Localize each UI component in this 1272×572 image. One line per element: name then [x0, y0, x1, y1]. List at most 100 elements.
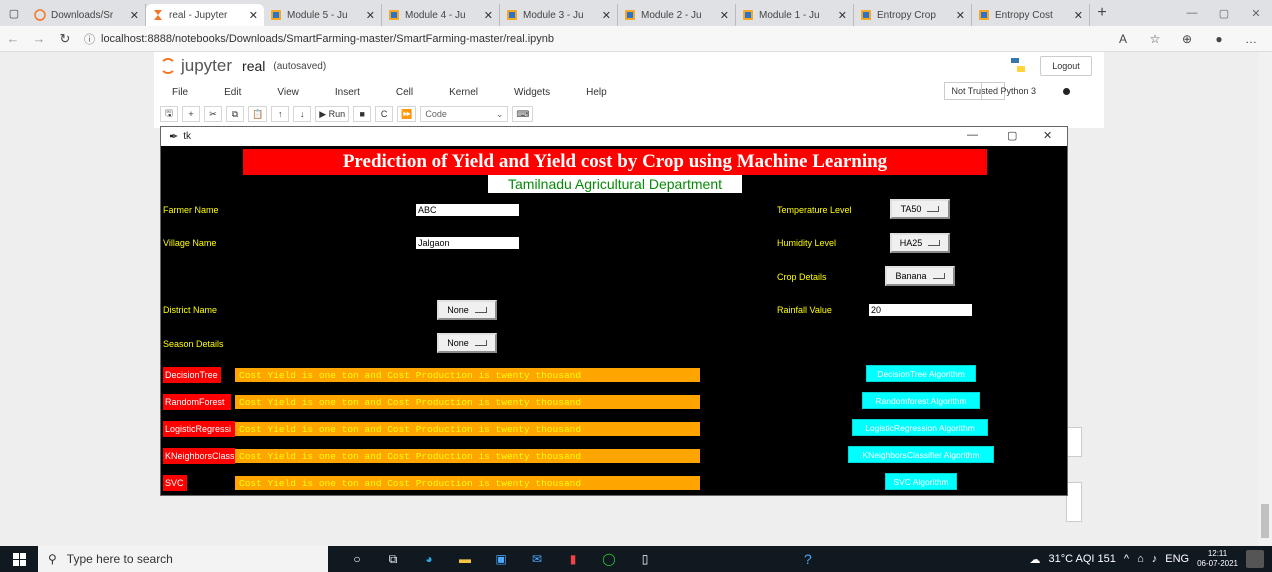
edge-icon[interactable]: ◕ — [420, 550, 438, 568]
chevron-up-icon[interactable]: ^ — [1124, 553, 1129, 565]
svc-algorithm-button[interactable]: SVC Algorithm — [885, 473, 957, 490]
village-name-field[interactable]: Jalgaon — [416, 237, 519, 249]
volume-icon[interactable]: ♪ — [1152, 553, 1158, 565]
notebook-name[interactable]: real — [242, 58, 265, 74]
menu-edit[interactable]: Edit — [224, 87, 241, 98]
keyboard-icon[interactable]: ⌨ — [512, 106, 534, 122]
hourglass-icon — [154, 10, 162, 20]
close-icon[interactable]: ✕ — [1074, 9, 1083, 22]
browser-tab[interactable]: Entropy Cost ✕ — [972, 4, 1090, 26]
office-icon[interactable]: ▮ — [564, 550, 582, 568]
temperature-dropdown[interactable]: TA50 — [890, 199, 950, 219]
farmer-name-field[interactable]: ABC — [416, 204, 519, 216]
favorites-icon[interactable]: ☆ — [1142, 32, 1168, 46]
paste-icon[interactable]: 📋 — [248, 106, 268, 122]
notification-icon[interactable] — [1246, 550, 1264, 568]
menu-help[interactable]: Help — [586, 87, 607, 98]
back-icon[interactable]: ← — [0, 31, 26, 46]
temperature-value: TA50 — [900, 204, 922, 214]
minimize-icon[interactable]: — — [967, 129, 978, 141]
fast-forward-icon[interactable]: ⏩ — [397, 106, 417, 122]
kneighborsclassifier-algorithm-button[interactable]: KNeighborsClassifier Algorithm — [848, 446, 994, 463]
stop-icon[interactable]: ■ — [353, 106, 372, 122]
menu-file[interactable]: File — [172, 87, 188, 98]
menu-view[interactable]: View — [277, 87, 299, 98]
close-icon[interactable]: ✕ — [720, 9, 729, 22]
taskbar-search[interactable]: ⚲ Type here to search — [38, 546, 328, 572]
move-down-icon[interactable]: ↓ — [293, 106, 312, 122]
rainfall-field[interactable]: 20 — [869, 304, 972, 316]
close-icon[interactable]: ✕ — [838, 9, 847, 22]
copy-icon[interactable]: ⧉ — [226, 106, 244, 122]
task-view-icon[interactable]: ⧉ — [384, 550, 402, 568]
jupyter-logo[interactable]: jupyter — [160, 56, 232, 76]
system-tray: ☁ 31°C AQI 151 ^ ⌂ ♪ ENG 12:11 06-07-2021 — [1030, 549, 1272, 569]
store-icon[interactable]: ▣ — [492, 550, 510, 568]
help-icon[interactable]: ? — [804, 551, 812, 567]
save-icon[interactable]: 🖫 — [160, 106, 178, 122]
profile-icon[interactable]: ● — [1206, 32, 1232, 46]
file-explorer-icon[interactable]: ▬ — [456, 550, 474, 568]
maximize-icon[interactable]: ▢ — [1208, 7, 1240, 20]
scrollbar-thumb[interactable] — [1261, 504, 1269, 538]
close-icon[interactable]: ✕ — [1043, 129, 1052, 142]
close-icon[interactable]: ✕ — [956, 9, 965, 22]
randomforest-algorithm-button[interactable]: Randomforest Algorithm — [862, 392, 980, 409]
district-value: None — [447, 305, 469, 315]
close-icon[interactable]: ✕ — [366, 9, 375, 22]
reload-icon[interactable]: ↻ — [52, 31, 78, 47]
mail-icon[interactable]: ✉ — [528, 550, 546, 568]
notepad-icon[interactable]: ▯ — [636, 550, 654, 568]
clock[interactable]: 12:11 06-07-2021 — [1197, 549, 1238, 569]
browser-tab[interactable]: Entropy Crop ✕ — [854, 4, 972, 26]
district-dropdown[interactable]: None — [437, 300, 497, 320]
read-aloud-icon[interactable]: A — [1110, 32, 1136, 46]
more-icon[interactable]: … — [1238, 32, 1264, 46]
app-icon[interactable]: ◯ — [600, 550, 618, 568]
network-icon[interactable]: ⌂ — [1137, 553, 1144, 565]
decisiontree-algorithm-button[interactable]: DecisionTree Algorithm — [866, 365, 976, 382]
browser-tab-active[interactable]: real - Jupyter ✕ — [146, 4, 264, 26]
menu-kernel[interactable]: Kernel — [449, 87, 478, 98]
add-cell-icon[interactable]: + — [182, 106, 200, 122]
close-icon[interactable]: ✕ — [249, 9, 258, 22]
browser-tab[interactable]: Module 5 - Ju ✕ — [264, 4, 382, 26]
restart-icon[interactable]: C — [375, 106, 394, 122]
browser-tab[interactable]: Module 1 - Ju ✕ — [736, 4, 854, 26]
algo-result-svc: Cost Yield is one ton and Cost Productio… — [235, 476, 700, 490]
forward-icon[interactable]: → — [26, 31, 52, 46]
page-scrollbar[interactable] — [1258, 52, 1272, 546]
window-menu-icon[interactable]: ▢ — [0, 0, 28, 26]
weather-text[interactable]: 31°C AQI 151 — [1049, 553, 1116, 565]
info-icon[interactable]: ⓘ — [84, 31, 95, 47]
browser-tab[interactable]: Module 4 - Ju ✕ — [382, 4, 500, 26]
menu-insert[interactable]: Insert — [335, 87, 360, 98]
cortana-icon[interactable]: ○ — [348, 550, 366, 568]
run-button[interactable]: ▶ Run — [315, 106, 350, 122]
move-up-icon[interactable]: ↑ — [271, 106, 290, 122]
minimize-icon[interactable]: — — [1176, 7, 1208, 20]
close-icon[interactable]: ✕ — [602, 9, 611, 22]
start-button[interactable] — [0, 552, 38, 566]
season-dropdown[interactable]: None — [437, 333, 497, 353]
close-icon[interactable]: ✕ — [130, 9, 139, 22]
collections-icon[interactable]: ⊕ — [1174, 32, 1200, 46]
cell-type-select[interactable]: Code ⌄ — [420, 106, 509, 122]
cut-icon[interactable]: ✂ — [204, 106, 222, 122]
logout-button[interactable]: Logout — [1040, 56, 1092, 76]
humidity-dropdown[interactable]: HA25 — [890, 233, 950, 253]
browser-tab[interactable]: Module 3 - Ju ✕ — [500, 4, 618, 26]
url-field[interactable]: ⓘ localhost:8888/notebooks/Downloads/Sma… — [84, 31, 1110, 47]
close-icon[interactable]: ✕ — [484, 9, 493, 22]
close-window-icon[interactable]: ✕ — [1240, 7, 1272, 20]
menu-cell[interactable]: Cell — [396, 87, 413, 98]
maximize-icon[interactable]: ▢ — [1007, 129, 1017, 142]
kernel-name: Python 3 — [1000, 86, 1036, 96]
browser-tab[interactable]: Downloads/Sr ✕ — [28, 4, 146, 26]
language-label[interactable]: ENG — [1165, 553, 1189, 565]
browser-tab[interactable]: Module 2 - Ju ✕ — [618, 4, 736, 26]
new-tab-icon[interactable]: + — [1090, 4, 1114, 22]
menu-widgets[interactable]: Widgets — [514, 87, 550, 98]
crop-dropdown[interactable]: Banana — [885, 266, 955, 286]
logisticregression-algorithm-button[interactable]: LogisticRegression Algorithm — [852, 419, 988, 436]
